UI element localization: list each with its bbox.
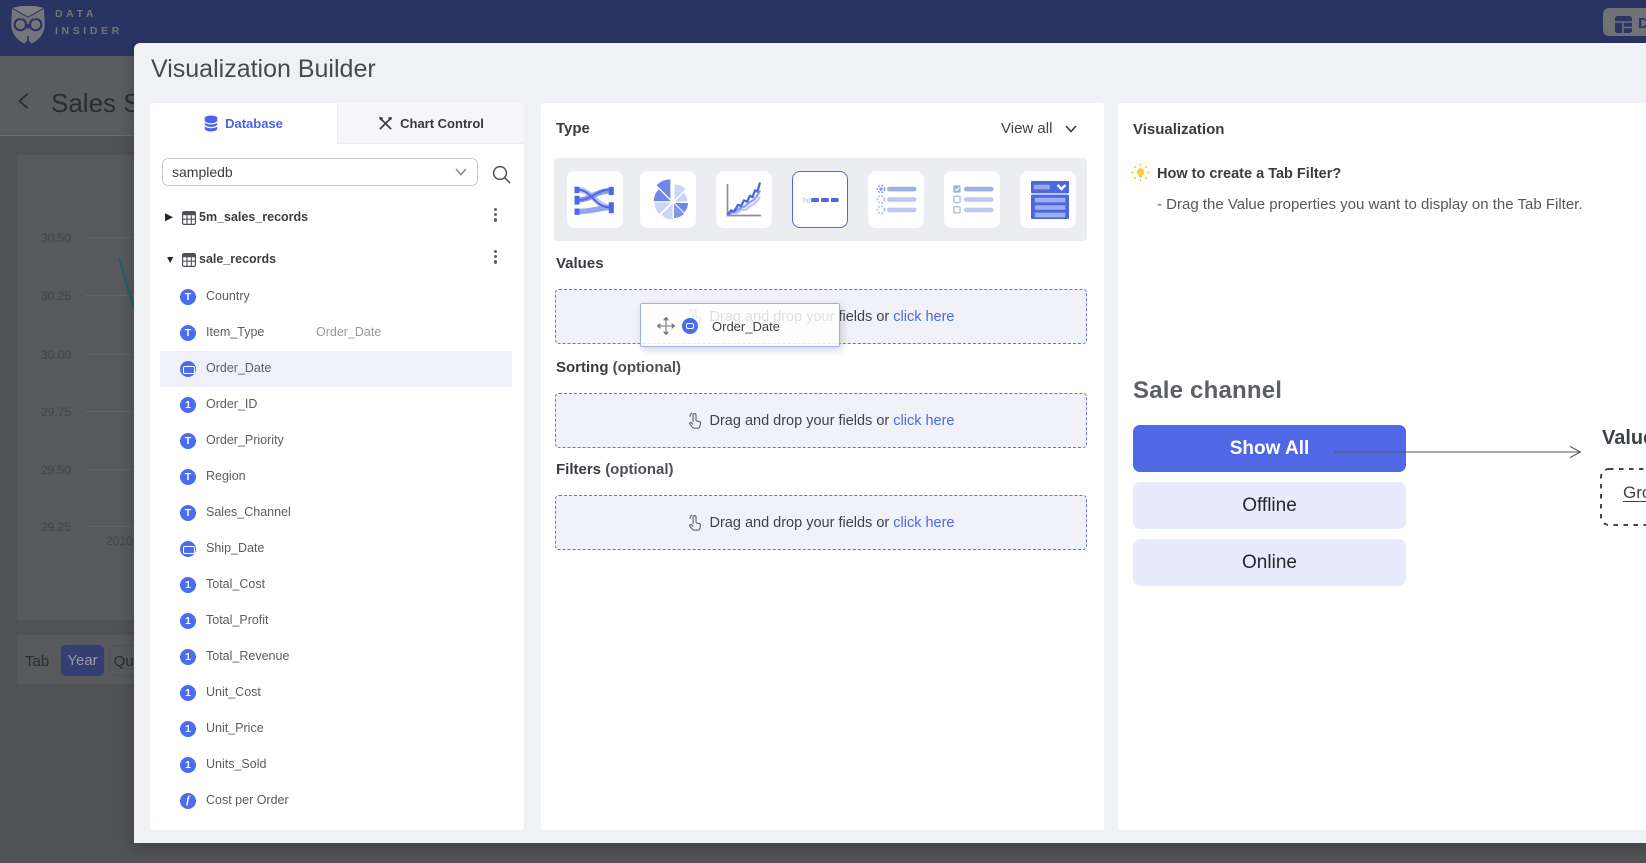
svg-text:Tab: Tab: [802, 197, 813, 204]
